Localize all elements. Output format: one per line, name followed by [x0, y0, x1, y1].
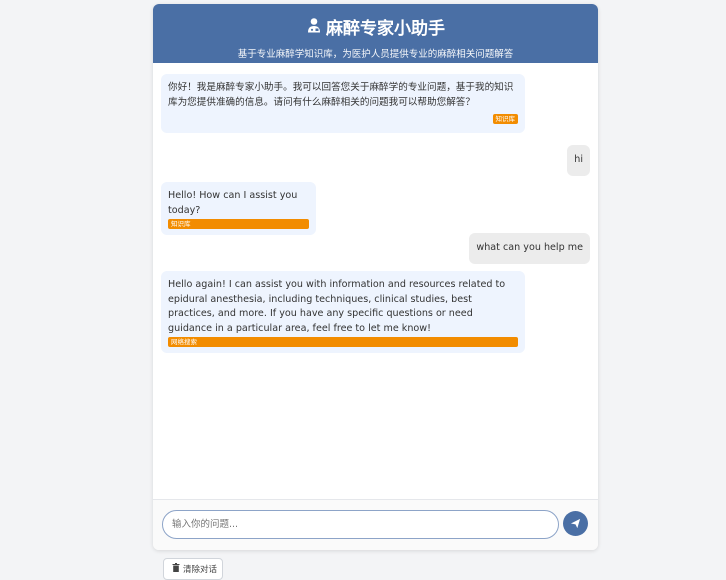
app-subtitle: 基于专业麻醉学知识库，为医护人员提供专业的麻醉相关问题解答	[237, 49, 514, 60]
source-tag: 网络搜索	[168, 337, 518, 347]
bot-message: 你好！我是麻醉专家小助手。我可以回答您关于麻醉学的专业问题，基于我的知识库为您提…	[161, 74, 525, 133]
app-title: 麻醉专家小助手	[326, 19, 445, 39]
bot-message: Hello! How can I assist you today? 知识库	[161, 182, 316, 235]
message-text: hi	[574, 154, 583, 165]
user-message: what can you help me	[469, 233, 590, 264]
message-text: Hello! How can I assist you today?	[168, 190, 298, 216]
question-input[interactable]	[162, 510, 559, 539]
source-tag: 知识库	[492, 114, 518, 124]
message-text: what can you help me	[476, 242, 583, 253]
user-doctor-icon	[306, 17, 322, 37]
message-text: Hello again! I can assist you with infor…	[168, 279, 506, 334]
message-text: 你好！我是麻醉专家小助手。我可以回答您关于麻醉学的专业问题，基于我的知识库为您提…	[168, 82, 514, 108]
trash-icon	[172, 563, 180, 575]
bot-message: Hello again! I can assist you with infor…	[161, 271, 525, 353]
chat-header: 麻醉专家小助手 基于专业麻醉学知识库，为医护人员提供专业的麻醉相关问题解答	[153, 4, 598, 63]
clear-chat-label: 清除对话	[183, 565, 218, 575]
user-message: hi	[567, 145, 590, 176]
send-icon	[570, 514, 581, 533]
clear-chat-button[interactable]: 清除对话	[163, 558, 223, 580]
message-list: 你好！我是麻醉专家小助手。我可以回答您关于麻醉学的专业问题，基于我的知识库为您提…	[153, 63, 598, 499]
send-button[interactable]	[563, 511, 588, 536]
source-tag: 知识库	[168, 219, 309, 229]
input-area	[153, 499, 598, 550]
chat-window: 麻醉专家小助手 基于专业麻醉学知识库，为医护人员提供专业的麻醉相关问题解答 你好…	[153, 4, 598, 550]
